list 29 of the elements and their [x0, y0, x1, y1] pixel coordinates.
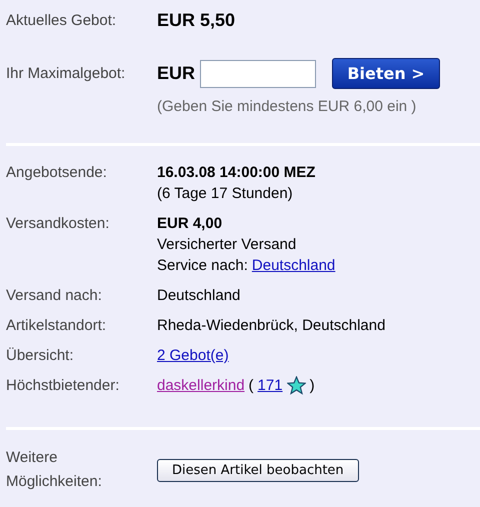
detail-label: Höchstbietender:: [6, 376, 120, 396]
detail-label: Angebotsende:: [6, 163, 108, 183]
max-bid-label: Ihr Maximalgebot:: [6, 64, 126, 84]
detail-value: Deutschland: [157, 286, 240, 306]
detail-value: EUR 4,00: [157, 214, 222, 234]
detail-link[interactable]: 2 Gebot(e): [157, 345, 229, 366]
detail-label: Übersicht:: [6, 346, 75, 366]
detail-value: Versicherter Versand: [157, 235, 296, 255]
current-bid-label: Aktuelles Gebot:: [6, 11, 118, 31]
detail-value: (: [248, 376, 254, 396]
detail-link[interactable]: Deutschland: [252, 255, 336, 276]
bid-button[interactable]: Bieten >: [332, 58, 440, 89]
watch-item-button[interactable]: Diesen Artikel beobachten: [157, 458, 359, 482]
detail-value: Rheda-Wiedenbrück, Deutschland: [157, 316, 386, 336]
minimum-bid-hint: (Geben Sie mindestens EUR 6,00 ein ): [157, 98, 418, 115]
detail-value: ): [310, 376, 315, 396]
star-icon: [286, 376, 306, 395]
bid-input-field[interactable]: [200, 60, 316, 88]
detail-label: Artikelstandort:: [6, 316, 108, 336]
currency-label: EUR: [157, 63, 196, 84]
current-bid-value: EUR 5,50: [157, 10, 236, 31]
detail-value: Service nach:: [157, 256, 248, 276]
detail-label: Versand nach:: [6, 286, 103, 306]
more-options-label: Weitere Möglichkeiten:: [6, 448, 103, 492]
user-link[interactable]: daskellerkind: [157, 375, 245, 396]
detail-value: (6 Tage 17 Stunden): [157, 184, 293, 204]
detail-value: 16.03.08 14:00:00 MEZ: [157, 163, 316, 183]
detail-label: Versandkosten:: [6, 214, 110, 234]
detail-link[interactable]: 171: [258, 375, 283, 396]
